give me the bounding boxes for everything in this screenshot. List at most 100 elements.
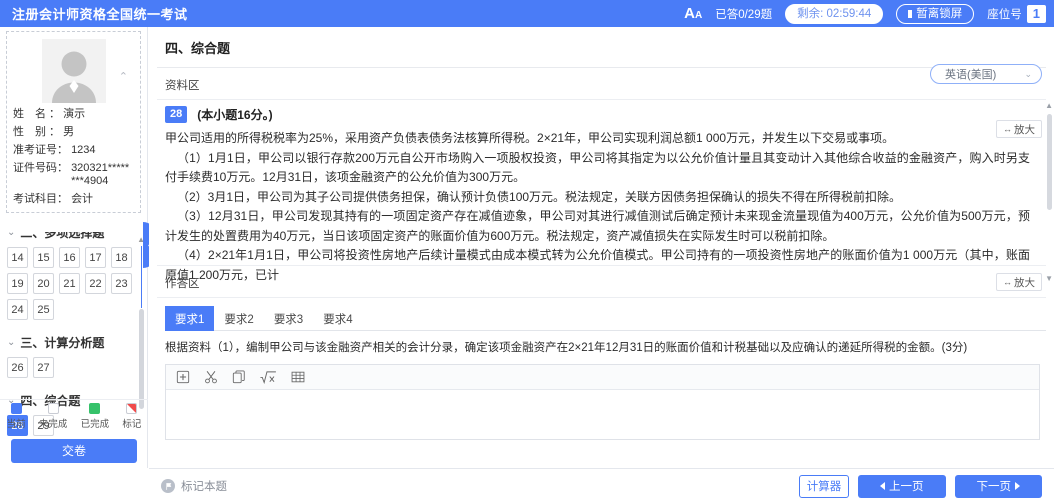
question-group-header[interactable]: ⌄ 三、计算分析题: [7, 334, 148, 351]
question-box[interactable]: 18: [111, 247, 132, 268]
next-page-button[interactable]: 下一页: [954, 474, 1042, 498]
question-number-badge: 28: [165, 106, 188, 123]
answer-zoom-button[interactable]: ↔ 放大: [996, 273, 1042, 291]
seat-info: 座位号 1: [987, 4, 1046, 23]
profile-label: 考试科目：: [13, 193, 68, 205]
stem-scroll-up-icon[interactable]: ▲: [1045, 101, 1053, 110]
question-box[interactable]: 20: [33, 273, 54, 294]
question-grid: 14 15 16 17 18 19 20 21 22 23 24 25: [7, 247, 133, 320]
profile-row-name: 姓 名 ： 演示: [13, 108, 134, 121]
question-box[interactable]: 16: [59, 247, 80, 268]
question-box[interactable]: 24: [7, 299, 28, 320]
insert-box-icon[interactable]: [176, 370, 190, 384]
legend-swatch-current-icon: [10, 403, 22, 414]
tab-requirement-3[interactable]: 要求3: [264, 306, 313, 331]
lock-screen-label: 暂离锁屏: [916, 7, 963, 20]
formula-sqrt-icon[interactable]: [260, 370, 277, 384]
prev-page-label: 上一页: [889, 481, 924, 493]
legend-item-current: 当前: [7, 403, 26, 430]
status-legend: 当前 未完成 已完成 标记: [0, 399, 148, 433]
profile-row-gender: 性 别 ： 男: [13, 126, 134, 139]
question-score: (本小题16分。): [197, 108, 273, 122]
stem-paragraph: （3）12月31日，甲公司发现其持有的一项固定资产存在减值迹象，甲公司对其进行减…: [165, 209, 1030, 243]
question-box[interactable]: 23: [111, 273, 132, 294]
table-icon[interactable]: [291, 370, 305, 384]
answer-label: 作答区: [165, 278, 200, 290]
footer-actions: 计算器 上一页 下一页: [799, 474, 1054, 498]
next-page-label: 下一页: [976, 481, 1012, 493]
chevron-left-icon: [880, 482, 885, 490]
legend-label: 未完成: [38, 419, 68, 430]
pause-icon: [908, 9, 913, 18]
mark-question-button[interactable]: 标记本题: [161, 478, 227, 494]
answer-divider: [157, 297, 1046, 298]
legend-item-done: 已完成: [80, 403, 110, 430]
seat-number: 1: [1026, 4, 1046, 23]
legend-label: 当前: [6, 419, 26, 430]
answer-input[interactable]: [166, 391, 1039, 439]
tab-requirement-4[interactable]: 要求4: [313, 306, 362, 331]
stem-scrollbar[interactable]: [1047, 114, 1052, 210]
header-right-tools: AA 已答0/29题 剩余: 02:59:44 暂离锁屏 座位号 1: [684, 3, 1054, 24]
legend-swatch-marked-icon: [126, 403, 138, 414]
question-box[interactable]: 17: [85, 247, 106, 268]
stem-paragraph: 甲公司适用的所得税税率为25%，采用资产负债表债务法核算所得税。2×21年，甲公…: [165, 131, 895, 145]
chevron-right-icon: [1015, 482, 1020, 490]
profile-panel: ⌃ 姓 名 ： 演示 性 别 ： 男 准考证号： 1234 证件号码： 3203…: [6, 31, 141, 213]
chevron-down-icon: ⌄: [7, 232, 16, 238]
question-stem: ▲ ▼ 28 (本小题16分。) 甲公司适用的所得税税率为25%，采用资产负债表…: [149, 100, 1054, 285]
submit-exam-button[interactable]: 交卷: [11, 438, 137, 463]
seat-label: 座位号: [987, 8, 1022, 21]
profile-row-id: 证件号码： 320321********4904: [13, 162, 134, 188]
answer-editor[interactable]: [165, 364, 1040, 440]
question-box[interactable]: 22: [85, 273, 106, 294]
submit-area: 交卷: [0, 433, 148, 468]
font-size-icon[interactable]: AA: [684, 6, 702, 21]
footer-bar: 标记本题 计算器 上一页 下一页: [149, 468, 1054, 503]
question-box[interactable]: 27: [33, 357, 54, 378]
prev-page-button[interactable]: 上一页: [858, 474, 946, 498]
requirement-tabs: 要求1 要求2 要求3 要求4: [165, 306, 1046, 331]
page-title: 注册会计师资格全国统一考试: [12, 7, 188, 22]
profile-value: 男: [63, 126, 75, 138]
legend-label: 已完成: [80, 419, 110, 430]
mark-question-label: 标记本题: [181, 481, 227, 493]
requirement-text: 根据资料（1），编制甲公司与该金融资产相关的会计分录，确定该项金融资产在2×21…: [165, 342, 968, 354]
section-title: 四、综合题: [165, 41, 231, 56]
editor-toolbar: [166, 365, 1039, 390]
lock-screen-button[interactable]: 暂离锁屏: [896, 3, 975, 24]
profile-row-ticket: 准考证号： 1234: [13, 144, 134, 157]
navigator-scrollbar[interactable]: [139, 309, 144, 409]
scissors-cut-icon[interactable]: [204, 370, 218, 384]
profile-row-subject: 考试科目： 会计: [13, 193, 134, 206]
question-header: 28 (本小题16分。): [165, 106, 1040, 123]
question-group-header[interactable]: ⌄ 二、多项选择题: [7, 232, 148, 241]
chevron-down-icon: ⌄: [7, 337, 16, 348]
profile-value: 会计: [71, 193, 94, 205]
question-box[interactable]: 21: [59, 273, 80, 294]
avatar: [41, 39, 106, 103]
question-group-title: 三、计算分析题: [20, 336, 105, 350]
legend-item-undone: 未完成: [38, 403, 68, 430]
tab-requirement-1[interactable]: 要求1: [165, 306, 215, 331]
question-group-title: 二、多项选择题: [20, 232, 105, 240]
answer-zoom-label: 放大: [1014, 276, 1035, 289]
question-box[interactable]: 15: [33, 247, 54, 268]
question-box[interactable]: 14: [7, 247, 28, 268]
stem-paragraph: （1）1月1日，甲公司以银行存款200万元自公开市场购入一项股权投资，甲公司将其…: [165, 150, 1030, 185]
expand-horizontal-icon: ↔: [1003, 277, 1012, 287]
question-box[interactable]: 26: [7, 357, 28, 378]
tab-requirement-2[interactable]: 要求2: [214, 306, 263, 331]
main-content: 四、综合题 英语(美国) ⌄ 资料区 ↔ 放大 ▲ ▼ 28 (本小题16分。): [149, 27, 1054, 468]
calculator-button[interactable]: 计算器: [799, 474, 849, 498]
legend-label: 标记: [122, 419, 142, 430]
profile-label: 姓 名 ：: [13, 108, 61, 120]
navigator-scroll-line: [141, 246, 142, 308]
answer-area: 作答区 ↔ 放大 要求1 要求2 要求3 要求4 根据资料（1），编制甲公司与该…: [149, 265, 1054, 440]
copy-icon[interactable]: [232, 370, 246, 384]
question-box[interactable]: 25: [33, 299, 54, 320]
profile-value: 320321********4904: [71, 162, 130, 187]
profile-label: 准考证号：: [13, 144, 68, 156]
question-box[interactable]: 19: [7, 273, 28, 294]
chevron-up-icon[interactable]: ⌃: [119, 70, 128, 83]
